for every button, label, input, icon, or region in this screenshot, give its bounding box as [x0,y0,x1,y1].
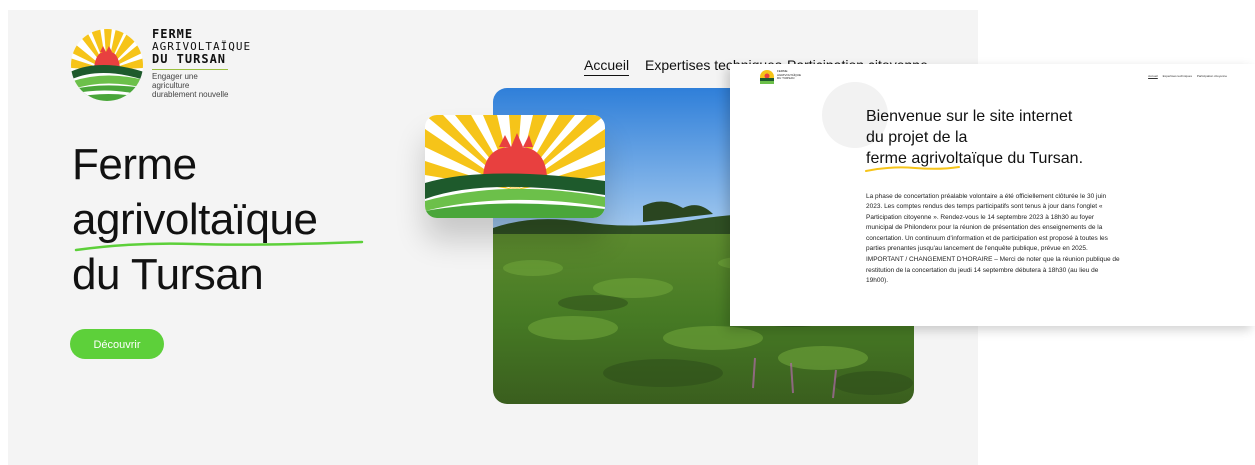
nav-item-accueil[interactable]: Accueil [584,57,630,76]
overlay-title-line-1: Bienvenue sur le site internet [866,108,1073,125]
logo-card-sunburst-icon [425,115,605,218]
overlay-paragraph-2: IMPORTANT / CHANGEMENT D'HORAIRE – Merci… [866,256,1120,285]
overlay-body-text: La phase de concertation préalable volon… [866,192,1120,288]
hero-title-line-1: Ferme [72,140,197,189]
overlay-nav-item-accueil[interactable]: Accueil [1148,74,1158,78]
overlay-logo-line-3: DU TURSAN [777,76,795,80]
overlay-title: Bienvenue sur le site internet du projet… [866,106,1083,169]
logo-line-agrivoltaique: AGRIVOLTAÏQUE [152,40,252,53]
hero-title: Ferme agrivoltaïque du Tursan [72,137,364,302]
logo-card-image [425,115,605,218]
overlay-logo-icon [760,70,774,84]
overlay-logo-text: FERME AGRIVOLTAÏQUE DU TURSAN [777,69,801,81]
logo-tagline: Engager une agriculture durablement nouv… [152,72,229,99]
logo-line-ferme: FERME [152,27,194,41]
overlay-paragraph-1: La phase de concertation préalable volon… [866,193,1108,253]
overlay-title-line-2: du projet de la [866,129,968,146]
hero-title-line-2: agrivoltaïque [72,192,364,252]
overlay-nav: Accueil Expertises techniques Participat… [1144,74,1227,78]
logo-line-du-tursan: DU TURSAN [152,52,227,66]
site-logo[interactable]: FERME AGRIVOLTAÏQUE DU TURSAN Engager un… [70,28,260,108]
overlay-nav-item-participation[interactable]: Participation citoyenne [1197,74,1227,78]
overlay-title-squiggle [865,166,960,172]
logo-sunburst-icon [71,29,143,101]
logo-divider [152,69,228,70]
hero-title-line-3: du Tursan [72,250,264,299]
overlay-nav-item-expertises[interactable]: Expertises techniques [1163,74,1192,78]
inner-page-preview: FERME AGRIVOLTAÏQUE DU TURSAN Accueil Ex… [730,64,1255,326]
decouvrir-button[interactable]: Découvrir [70,329,164,359]
